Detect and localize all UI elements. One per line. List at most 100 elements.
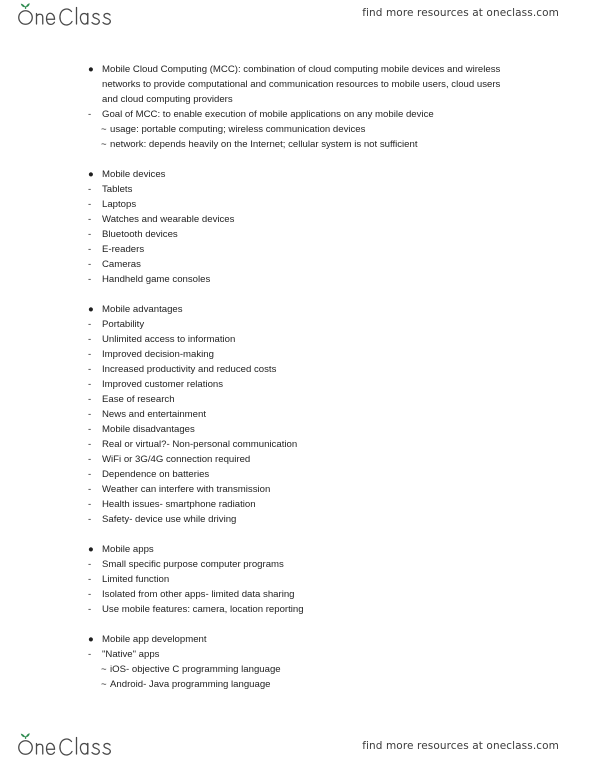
dash-marker-icon: - (88, 604, 92, 615)
note-line: - Use mobile features: camera, location r… (0, 602, 595, 617)
note-line-text: iOS- objective C programming language (110, 664, 281, 675)
tilde-marker-icon: ~ (101, 124, 107, 135)
note-line-text: Isolated from other apps- limited data s… (102, 589, 295, 600)
dash-marker-icon: - (88, 109, 92, 120)
note-line: - Unlimited access to information (0, 332, 595, 347)
dash-marker-icon: - (88, 184, 92, 195)
note-line: - Weather can interfere with transmission (0, 482, 595, 497)
note-line-text: network: depends heavily on the Internet… (110, 139, 418, 150)
note-line-text: usage: portable computing; wireless comm… (110, 124, 366, 135)
note-line-text: Watches and wearable devices (102, 214, 235, 225)
note-block-mobile-devices: ● Mobile devices - Tablets - Laptops - Watches … (0, 167, 595, 287)
dash-marker-icon: - (88, 334, 92, 345)
note-line-text: Goal of MCC: to enable execution of mobi… (102, 109, 434, 120)
note-line: ● Mobile Cloud Computing (MCC): combinati… (0, 62, 595, 107)
dash-marker-icon: - (88, 499, 92, 510)
note-line-text: Mobile Cloud Computing (MCC): combinatio… (102, 64, 504, 105)
dash-marker-icon: - (88, 259, 92, 270)
note-line: ● Mobile apps (0, 542, 595, 557)
bullet-marker-icon: ● (88, 634, 94, 645)
note-line-text: Bluetooth devices (102, 229, 178, 240)
note-line-text: Improved decision-making (102, 349, 214, 360)
note-line: - Handheld game consoles (0, 272, 595, 287)
note-line: ~ network: depends heavily on the Interne… (0, 137, 595, 152)
note-line: - Watches and wearable devices (0, 212, 595, 227)
note-line-text: Mobile app development (102, 634, 207, 645)
note-line-text: Increased productivity and reduced costs (102, 364, 277, 375)
document-page: find more resources at oneclass.com ● Mob… (0, 0, 595, 770)
dash-marker-icon: - (88, 559, 92, 570)
note-line: - Improved customer relations (0, 377, 595, 392)
dash-marker-icon: - (88, 589, 92, 600)
header-promo-text: find more resources at oneclass.com (362, 7, 559, 19)
note-line-text: Mobile disadvantages (102, 424, 195, 435)
note-line: - Portability (0, 317, 595, 332)
note-line-text: "Native" apps (102, 649, 160, 660)
dash-marker-icon: - (88, 514, 92, 525)
note-line-text: Handheld game consoles (102, 274, 211, 285)
dash-marker-icon: - (88, 229, 92, 240)
note-line-text: Portability (102, 319, 145, 330)
note-line-text: Safety- device use while driving (102, 514, 237, 525)
oneclass-sprout-logo-icon (18, 3, 111, 26)
note-line: - Cameras (0, 257, 595, 272)
dash-marker-icon: - (88, 454, 92, 465)
note-line-text: Real or virtual?- Non-personal communica… (102, 439, 298, 450)
note-line: - Safety- device use while driving (0, 512, 595, 527)
note-line-text: Dependence on batteries (102, 469, 210, 480)
note-line: - Dependence on batteries (0, 467, 595, 482)
note-line: - WiFi or 3G/4G connection required (0, 452, 595, 467)
dash-marker-icon: - (88, 244, 92, 255)
note-line: ● Mobile devices (0, 167, 595, 182)
note-line: - Mobile disadvantages (0, 422, 595, 437)
note-line: - Isolated from other apps- limited data … (0, 587, 595, 602)
dash-marker-icon: - (88, 364, 92, 375)
note-line-text: WiFi or 3G/4G connection required (102, 454, 251, 465)
brand-logo-footer (14, 732, 118, 760)
note-line: - Real or virtual?- Non-personal communic… (0, 437, 595, 452)
brand-logo-header (14, 2, 118, 30)
note-line-text: Limited function (102, 574, 170, 585)
dash-marker-icon: - (88, 274, 92, 285)
note-line-text: News and entertainment (102, 409, 206, 420)
lecture-notes-body: ● Mobile Cloud Computing (MCC): combinati… (0, 62, 595, 692)
note-block-mobile-apps: ● Mobile apps - Small specific purpose comp… (0, 542, 595, 617)
tilde-marker-icon: ~ (101, 139, 107, 150)
dash-marker-icon: - (88, 574, 92, 585)
note-line-text: Tablets (102, 184, 133, 195)
note-line: - Tablets (0, 182, 595, 197)
note-line-text: Improved customer relations (102, 379, 224, 390)
note-line-text: Weather can interfere with transmission (102, 484, 271, 495)
tilde-marker-icon: ~ (101, 664, 107, 675)
note-line: - "Native" apps (0, 647, 595, 662)
note-block-mobile-cloud-computing: ● Mobile Cloud Computing (MCC): combinati… (0, 62, 595, 152)
tilde-marker-icon: ~ (101, 679, 107, 690)
note-line: - E-readers (0, 242, 595, 257)
note-line-text: Cameras (102, 259, 141, 270)
note-line: - Ease of research (0, 392, 595, 407)
note-line: - Limited function (0, 572, 595, 587)
note-block-mobile-advantages-and-disadvantages: ● Mobile advantages - Portability - Unlimited… (0, 302, 595, 527)
dash-marker-icon: - (88, 424, 92, 435)
note-line: - Improved decision-making (0, 347, 595, 362)
bullet-marker-icon: ● (88, 544, 94, 555)
note-line: ● Mobile app development (0, 632, 595, 647)
note-line-text: Mobile apps (102, 544, 154, 555)
dash-marker-icon: - (88, 214, 92, 225)
note-line-text: Mobile devices (102, 169, 166, 180)
dash-marker-icon: - (88, 484, 92, 495)
dash-marker-icon: - (88, 649, 92, 660)
oneclass-sprout-logo-icon (18, 733, 111, 756)
note-line: - Laptops (0, 197, 595, 212)
note-line-text: Mobile advantages (102, 304, 183, 315)
note-line-text: Health issues- smartphone radiation (102, 499, 256, 510)
dash-marker-icon: - (88, 469, 92, 480)
page-footer: find more resources at oneclass.com (0, 726, 595, 770)
page-header: find more resources at oneclass.com (0, 0, 595, 34)
note-line-text: E-readers (102, 244, 145, 255)
note-line: - Goal of MCC: to enable execution of mob… (0, 107, 595, 122)
dash-marker-icon: - (88, 409, 92, 420)
dash-marker-icon: - (88, 319, 92, 330)
note-line-text: Small specific purpose computer programs (102, 559, 284, 570)
dash-marker-icon: - (88, 379, 92, 390)
